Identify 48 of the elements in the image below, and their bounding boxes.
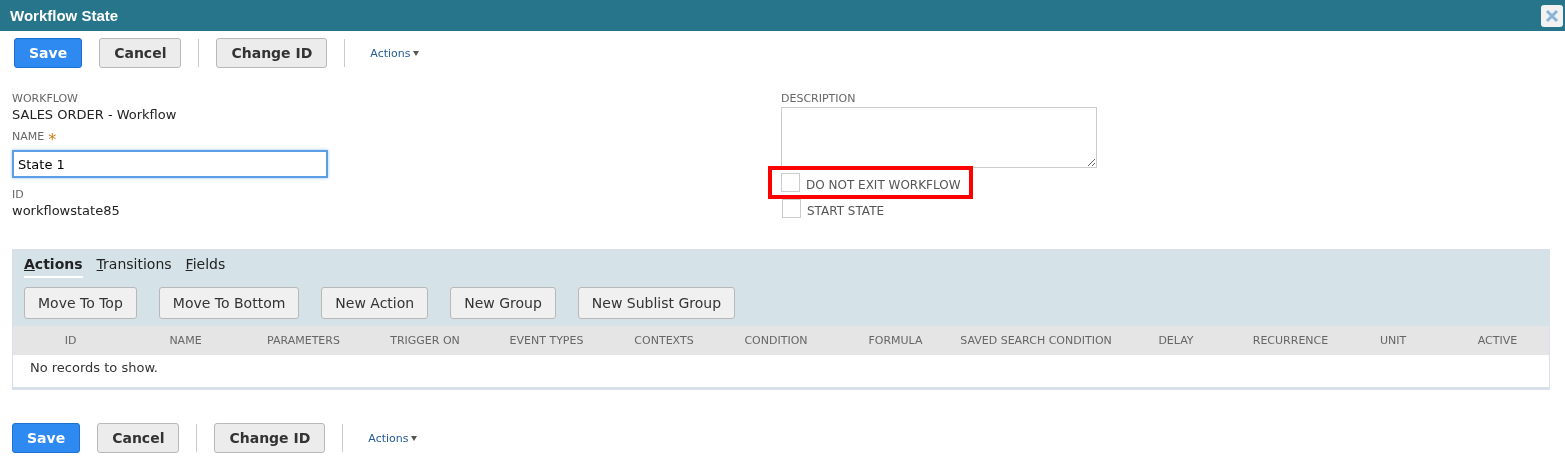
checkbox-label: START STATE [807, 202, 885, 218]
empty-message: No records to show. [29, 359, 159, 375]
sublist-tab[interactable]: Actions [24, 256, 83, 278]
column-header: CONDITION [743, 334, 809, 347]
sublist-tab[interactable]: Fields [185, 256, 226, 278]
field-label: WORKFLOW [12, 92, 79, 105]
column-header: CONTEXTS [633, 334, 695, 347]
checkbox[interactable] [782, 199, 801, 218]
window-title: Workflow State [10, 7, 119, 24]
field-value: workflowstate85 [12, 203, 121, 218]
column-header: UNIT [1378, 334, 1408, 347]
sublist-button[interactable]: New Action [321, 287, 429, 319]
field-label: DESCRIPTION [781, 92, 857, 105]
checkbox-label: DO NOT EXIT WORKFLOW [806, 176, 961, 192]
toolbar-button[interactable]: Cancel [97, 423, 180, 453]
field-value: SALES ORDER - Workflow [12, 107, 178, 122]
caret-icon [410, 435, 417, 441]
checkbox[interactable] [781, 173, 800, 192]
save-button[interactable]: Save [12, 423, 81, 453]
column-header: SAVED SEARCH CONDITION [960, 334, 1112, 347]
actions-menu[interactable]: Actions [370, 46, 419, 60]
close-icon [1545, 8, 1559, 23]
required-mark: * [48, 130, 57, 149]
field-label: ID [12, 188, 25, 201]
sublist-button[interactable]: New Group [450, 287, 556, 319]
toolbar-button[interactable]: Change ID [214, 423, 326, 453]
toolbar-button[interactable]: Cancel [99, 38, 182, 68]
column-header: EVENT TYPES [508, 334, 585, 347]
column-header: ACTIVE [1476, 334, 1519, 347]
column-header: RECURRENCE [1251, 334, 1330, 347]
column-header: DELAY [1157, 334, 1195, 347]
column-header: FORMULA [867, 334, 924, 347]
toolbar-button[interactable]: Change ID [216, 38, 328, 68]
actions-menu[interactable]: Actions [368, 431, 417, 445]
column-header: NAME [168, 334, 203, 347]
caret-icon [412, 50, 419, 56]
close-button[interactable] [1541, 4, 1563, 27]
column-header: TRIGGER ON [389, 334, 461, 347]
save-button[interactable]: Save [14, 38, 83, 68]
description-field[interactable] [781, 107, 1097, 168]
column-header: PARAMETERS [266, 334, 341, 347]
sublist-button[interactable]: New Sublist Group [577, 287, 736, 319]
field-label: NAME [12, 130, 45, 145]
name-field[interactable]: State 1 [12, 150, 328, 178]
sublist-tab[interactable]: Transitions [96, 256, 172, 278]
sublist-button[interactable]: Move To Top [24, 287, 137, 319]
sublist-button[interactable]: Move To Bottom [158, 287, 300, 319]
column-header: ID [63, 334, 78, 347]
